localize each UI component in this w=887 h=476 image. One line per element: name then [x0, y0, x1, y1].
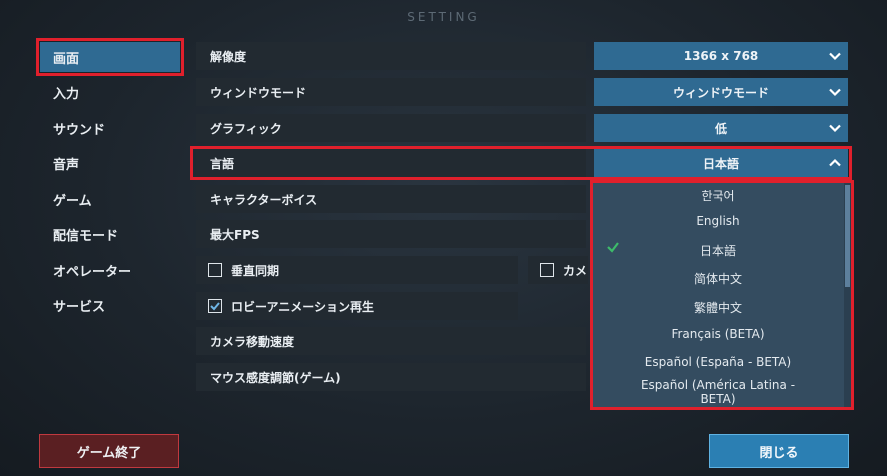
- language-option-spanish-latam[interactable]: Español (América Latina - BETA): [633, 378, 803, 406]
- checkmark-icon: [210, 302, 220, 311]
- lobby-animation-label: ロビーアニメーション再生: [231, 299, 375, 314]
- lobby-animation-checkbox[interactable]: [208, 299, 222, 313]
- language-dropdown[interactable]: 한국어 English 日本語 简体中文 繁體中文 Français (BETA…: [590, 180, 854, 410]
- sidebar-item-display[interactable]: 画面: [36, 38, 184, 76]
- resolution-row: 解像度: [196, 42, 586, 70]
- graphics-label: グラフィック: [210, 121, 282, 136]
- max-fps-row: 最大FPS: [196, 220, 586, 248]
- sidebar-item-streaming-mode[interactable]: 配信モード: [40, 219, 180, 249]
- vsync-row[interactable]: 垂直同期: [196, 256, 518, 284]
- sidebar-item-operator[interactable]: オペレーター: [40, 255, 180, 285]
- camera-checkbox[interactable]: [540, 263, 554, 277]
- resolution-select[interactable]: 1366 x 768: [594, 42, 848, 70]
- character-voice-row: キャラクターボイス: [196, 185, 586, 213]
- language-label: 言語: [210, 156, 235, 171]
- vsync-label: 垂直同期: [231, 263, 280, 278]
- chevron-down-icon: [829, 88, 841, 97]
- language-option-spanish-spain[interactable]: Español (España - BETA): [593, 355, 843, 369]
- chevron-down-icon: [829, 124, 841, 133]
- camera-check-label: カメ: [563, 263, 588, 278]
- sidebar-item-game[interactable]: ゲーム: [40, 184, 180, 214]
- sidebar-item-voice[interactable]: 音声: [40, 148, 180, 178]
- language-option-traditional-chinese[interactable]: 繁體中文: [593, 299, 843, 316]
- close-button[interactable]: 閉じる: [709, 434, 849, 468]
- window-mode-label: ウィンドウモード: [210, 85, 307, 100]
- lobby-animation-row[interactable]: ロビーアニメーション再生: [196, 292, 518, 320]
- graphics-row: グラフィック: [196, 114, 586, 142]
- language-option-japanese[interactable]: 日本語: [593, 242, 843, 259]
- settings-title: SETTING: [407, 10, 480, 24]
- max-fps-label: 最大FPS: [210, 227, 260, 242]
- sidebar-item-input[interactable]: 入力: [40, 77, 180, 107]
- graphics-value: 低: [714, 121, 727, 136]
- sidebar-item-service[interactable]: サービス: [40, 290, 180, 320]
- window-mode-value: ウィンドウモード: [672, 85, 769, 100]
- chevron-up-icon: [829, 158, 841, 167]
- language-option-english[interactable]: English: [593, 214, 843, 228]
- mouse-sensitivity-row: マウス感度調節(ゲーム): [196, 363, 586, 391]
- language-option-korean[interactable]: 한국어: [593, 187, 843, 204]
- vsync-checkbox[interactable]: [208, 263, 222, 277]
- language-select[interactable]: 日本語: [594, 149, 848, 177]
- dropdown-scrollbar-thumb[interactable]: [845, 185, 850, 287]
- language-option-french[interactable]: Français (BETA): [593, 327, 843, 341]
- chevron-down-icon: [829, 52, 841, 61]
- window-mode-row: ウィンドウモード: [196, 78, 586, 106]
- language-row: 言語: [196, 149, 586, 177]
- window-mode-select[interactable]: ウィンドウモード: [594, 78, 848, 106]
- language-options-list: 한국어 English 日本語 简体中文 繁體中文 Français (BETA…: [593, 183, 843, 407]
- camera-check-row[interactable]: カメ: [528, 256, 588, 284]
- resolution-value: 1366 x 768: [683, 49, 759, 63]
- sidebar-item-sound[interactable]: サウンド: [40, 113, 180, 143]
- camera-speed-row: カメラ移動速度: [196, 327, 586, 355]
- language-value: 日本語: [702, 156, 739, 171]
- resolution-label: 解像度: [210, 49, 247, 64]
- camera-speed-label: カメラ移動速度: [210, 334, 295, 349]
- exit-game-button[interactable]: ゲーム終了: [39, 434, 179, 468]
- mouse-sensitivity-label: マウス感度調節(ゲーム): [210, 370, 341, 385]
- graphics-select[interactable]: 低: [594, 114, 848, 142]
- language-option-simplified-chinese[interactable]: 简体中文: [593, 270, 843, 287]
- character-voice-label: キャラクターボイス: [210, 192, 318, 207]
